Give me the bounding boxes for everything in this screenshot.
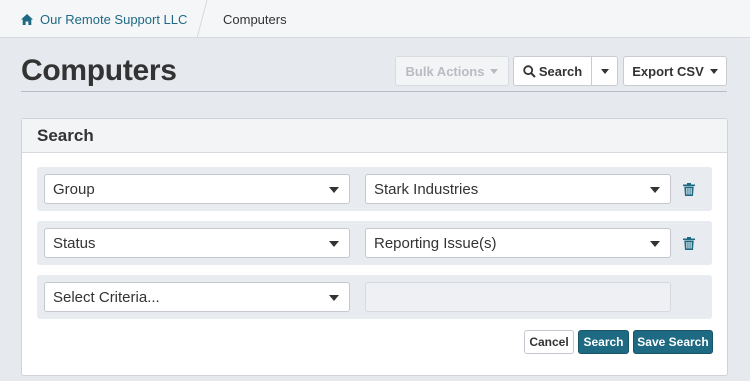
submit-search-button[interactable]: Search [578, 330, 629, 354]
criteria-value-select[interactable]: Reporting Issue(s) [365, 228, 671, 258]
criteria-field-value: Status [53, 234, 96, 252]
criteria-row: Group Stark Industries [37, 167, 712, 211]
page-title: Computers [21, 54, 177, 87]
submit-search-label: Search [583, 335, 624, 349]
criteria-value-select[interactable]: Stark Industries [365, 174, 671, 204]
trash-icon[interactable] [683, 237, 695, 250]
export-csv-label: Export CSV [632, 63, 704, 79]
cancel-button[interactable]: Cancel [524, 330, 574, 354]
criteria-row: Select Criteria... [37, 275, 712, 319]
criteria-field-value: Group [53, 180, 95, 198]
criteria-value-text: Reporting Issue(s) [374, 234, 497, 252]
export-csv-button[interactable]: Export CSV [623, 56, 727, 86]
breadcrumb-separator [196, 0, 208, 38]
search-panel: Search Group Stark Industries Status Rep… [21, 118, 728, 376]
breadcrumb-current: Computers [223, 11, 287, 27]
search-panel-title: Search [37, 125, 94, 145]
chevron-down-icon [650, 187, 660, 193]
caret-down-icon [600, 68, 609, 74]
criteria-field-select[interactable]: Select Criteria... [44, 282, 350, 312]
search-icon [523, 64, 536, 78]
chevron-down-icon [650, 241, 660, 247]
chevron-down-icon [329, 241, 339, 247]
chevron-down-icon [329, 187, 339, 193]
search-button-label: Search [538, 63, 583, 79]
title-divider [21, 91, 727, 92]
bulk-actions-button[interactable]: Bulk Actions [395, 56, 509, 86]
save-search-label: Save Search [637, 335, 709, 349]
criteria-field-placeholder: Select Criteria... [53, 288, 160, 306]
caret-down-icon [709, 68, 718, 74]
criteria-value-select-disabled [365, 282, 671, 312]
breadcrumb-home-label: Our Remote Support LLC [40, 11, 188, 27]
breadcrumb-home-link[interactable]: Our Remote Support LLC [0, 0, 205, 38]
search-options-dropdown[interactable] [591, 56, 618, 86]
cancel-button-label: Cancel [529, 335, 569, 349]
search-panel-header: Search [22, 119, 727, 153]
trash-icon[interactable] [683, 183, 695, 196]
home-icon [21, 13, 33, 25]
bulk-actions-label: Bulk Actions [405, 63, 485, 79]
criteria-field-select[interactable]: Group [44, 174, 350, 204]
criteria-field-select[interactable]: Status [44, 228, 350, 258]
criteria-row: Status Reporting Issue(s) [37, 221, 712, 265]
breadcrumb: Our Remote Support LLC Computers [0, 0, 750, 38]
search-button[interactable]: Search [513, 56, 592, 86]
criteria-value-text: Stark Industries [374, 180, 479, 198]
save-search-button[interactable]: Save Search [633, 330, 713, 354]
chevron-down-icon [329, 295, 339, 301]
caret-down-icon [490, 68, 499, 74]
